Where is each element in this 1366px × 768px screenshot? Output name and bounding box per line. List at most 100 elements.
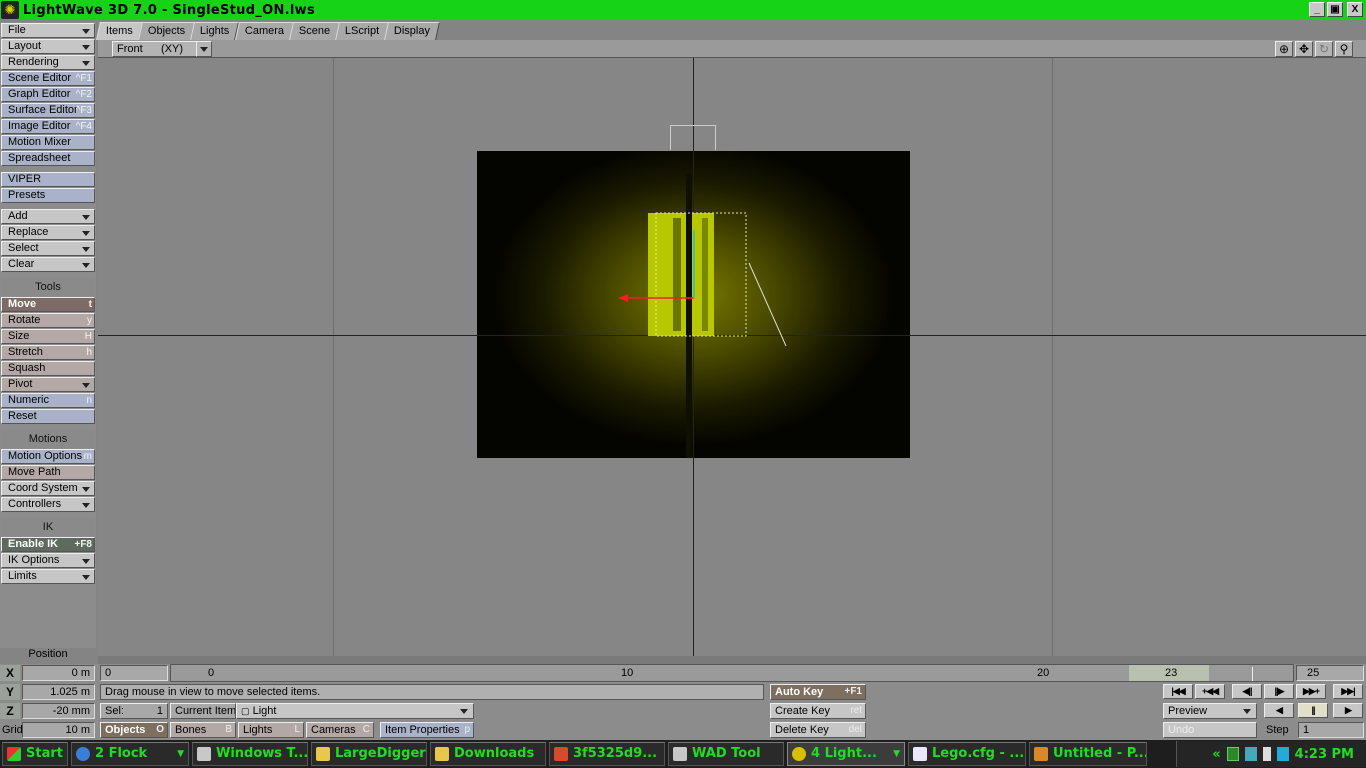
z-position-field[interactable]: -20 mm [22,703,95,719]
taskbar-item-windows[interactable]: Windows T... [192,742,308,766]
taskbar-item-lightwave[interactable]: 4 Light... ▼ [787,742,905,766]
motion-options-button[interactable]: Motion Options m [1,449,95,464]
lights-mode-button[interactable]: Lights L [238,722,304,738]
spreadsheet-button[interactable]: Spreadsheet [1,151,95,166]
close-button[interactable]: X [1347,2,1363,17]
motions-header: Motions [1,430,95,448]
chevron-down-icon [82,231,90,236]
tab-display[interactable]: Display [384,22,441,40]
tab-objects[interactable]: Objects [137,22,196,40]
pivot-menu[interactable]: Pivot [1,377,95,392]
replace-menu[interactable]: Replace [1,225,95,240]
tab-camera[interactable]: Camera [234,22,294,40]
connection-icon[interactable] [1276,747,1289,761]
image-editor-button[interactable]: Image Editor ^F4 [1,119,95,134]
presets-button[interactable]: Presets [1,188,95,203]
tab-scene[interactable]: Scene [288,22,340,40]
pause-button[interactable]: || [1298,703,1328,718]
y-position-field[interactable]: 1.025 m [22,684,95,700]
file-menu[interactable]: File [1,23,95,38]
maximize-button[interactable]: ▣ [1327,2,1343,17]
pan-view-icon[interactable]: ✥ [1295,41,1313,57]
start-button[interactable]: Start [2,742,68,766]
objects-mode-button[interactable]: Objects O [100,722,168,738]
enable-ik-button[interactable]: Enable IK +F8 [1,537,95,552]
clear-menu[interactable]: Clear [1,257,95,272]
step-field[interactable]: 1 [1298,722,1364,738]
preview-menu[interactable]: Preview [1163,703,1257,719]
current-item-value: Light [252,705,277,717]
timeline-ruler[interactable]: 23 0 10 20 [170,664,1294,682]
lightwave-app-icon[interactable]: ✺ [1,1,19,19]
graph-editor-button[interactable]: Graph Editor ^F2 [1,87,95,102]
network-icon[interactable] [1226,747,1239,761]
last-frame-button[interactable]: ▶▶| [1333,684,1363,699]
rotate-view-icon[interactable]: ⊕ [1275,41,1293,57]
squash-label: Squash [8,362,46,374]
tick-label: 10 [621,667,634,679]
tray-expand-button[interactable]: « [1212,747,1220,762]
first-frame-button[interactable]: |◀◀ [1163,684,1193,699]
minimize-button[interactable]: _ [1309,2,1325,17]
grid-size-field[interactable]: 10 m [22,722,95,738]
replace-label: Replace [8,226,49,238]
next-key-button[interactable]: ▶▶+ [1296,684,1326,699]
view-options-button[interactable] [196,41,212,57]
move-path-button[interactable]: Move Path [1,465,95,480]
delete-key-button[interactable]: Delete Key del [770,722,866,738]
prev-frame-button[interactable]: ◀|| [1232,684,1262,699]
next-frame-button[interactable]: ||▶ [1264,684,1294,699]
size-tool-button[interactable]: Size H [1,329,95,344]
surface-editor-button[interactable]: Surface Editor ^F3 [1,103,95,118]
bones-mode-button[interactable]: Bones B [170,722,236,738]
shortcut-label: n [86,395,92,406]
taskbar-item-paint[interactable]: Untitled - P... [1029,742,1147,766]
timeline-start-field[interactable]: 0 [100,665,168,681]
squash-tool-button[interactable]: Squash [1,361,95,376]
auto-key-button[interactable]: Auto Key +F1 [770,684,866,700]
item-properties-button[interactable]: Item Properties p [380,722,474,738]
presets-label: Presets [8,189,46,201]
layout-menu[interactable]: Layout [1,39,95,54]
taskbar-item-downloads[interactable]: Downloads [430,742,546,766]
refresh-view-icon[interactable]: ↻ [1315,41,1333,57]
tab-lscript[interactable]: LScript [334,22,390,40]
coord-system-menu[interactable]: Coord System [1,481,95,496]
viper-button[interactable]: VIPER [1,172,95,187]
prev-key-button[interactable]: +◀◀ [1195,684,1225,699]
stretch-tool-button[interactable]: Stretch h [1,345,95,360]
rotate-tool-button[interactable]: Rotate y [1,313,95,328]
play-forward-button[interactable]: ▶ [1333,703,1363,718]
play-reverse-button[interactable]: ◀ [1264,703,1294,718]
numeric-button[interactable]: Numeric n [1,393,95,408]
viewport-front[interactable] [98,58,1366,656]
battery-icon[interactable] [1262,747,1271,761]
rendering-menu[interactable]: Rendering [1,55,95,70]
taskbar-item-wadtool[interactable]: WAD Tool [668,742,784,766]
undo-button[interactable]: Undo [1163,722,1257,738]
monitor-icon[interactable] [1244,747,1257,761]
taskbar-item-largedigger[interactable]: LargeDigger [311,742,427,766]
add-menu[interactable]: Add [1,209,95,224]
taskbar-item-lego-cfg[interactable]: Lego.cfg - ... [908,742,1026,766]
limits-menu[interactable]: Limits [1,569,95,584]
motion-mixer-button[interactable]: Motion Mixer [1,135,95,150]
tab-items[interactable]: Items [96,22,143,40]
select-menu[interactable]: Select [1,241,95,256]
create-key-button[interactable]: Create Key ret [770,703,866,719]
tab-lights[interactable]: Lights [190,22,240,40]
current-item-select[interactable]: ▢ Light [236,703,474,719]
scene-editor-button[interactable]: Scene Editor ^F1 [1,71,95,86]
taskbar-label: LargeDigger [335,746,426,761]
taskbar-item-image[interactable]: 3f5325d9... [549,742,665,766]
taskbar-item-flock[interactable]: 2 Flock ▼ [71,742,189,766]
x-position-field[interactable]: 0 m [22,665,95,681]
ik-options-menu[interactable]: IK Options [1,553,95,568]
clock[interactable]: 4:23 PM [1295,747,1354,762]
timeline-end-field[interactable]: 25 [1296,665,1364,681]
reset-button[interactable]: Reset [1,409,95,424]
cameras-mode-button[interactable]: Cameras C [306,722,374,738]
controllers-menu[interactable]: Controllers [1,497,95,512]
zoom-view-icon[interactable]: ⚲ [1335,41,1353,57]
move-tool-button[interactable]: Move t [1,297,95,312]
